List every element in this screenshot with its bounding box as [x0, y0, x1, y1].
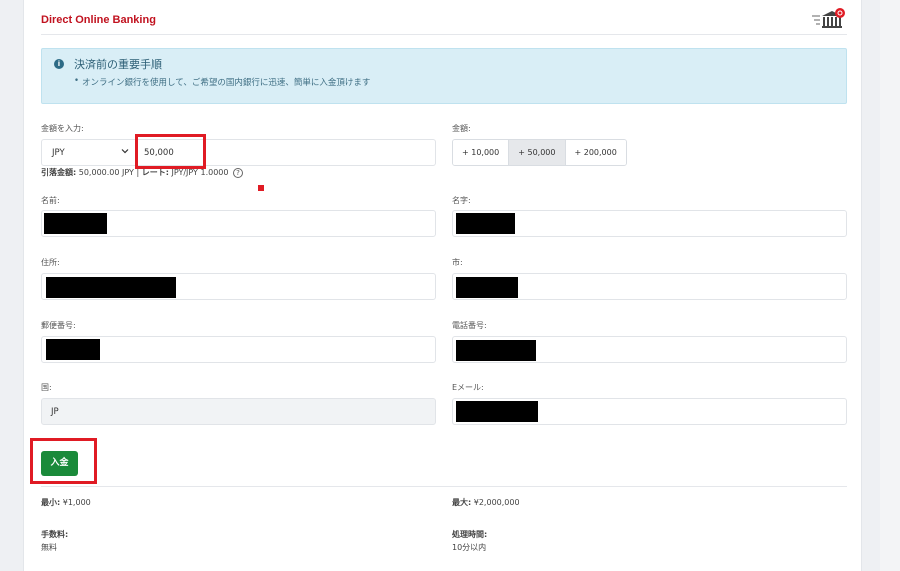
- redacted-value: [456, 401, 538, 422]
- redacted-value: [456, 213, 515, 234]
- max-limit: 最大: ¥2,000,000: [452, 497, 520, 508]
- min-limit-label: 最小:: [41, 498, 61, 507]
- fee-label: 手数料:: [41, 529, 68, 540]
- redacted-value: [456, 340, 536, 361]
- currency-select[interactable]: JPY: [41, 139, 136, 166]
- country-value: JP: [51, 407, 59, 417]
- redacted-value: [46, 277, 176, 298]
- email-field[interactable]: [452, 398, 847, 425]
- info-icon: i: [54, 59, 64, 69]
- last-name-label: 名字:: [452, 196, 471, 205]
- page-background-left: [0, 0, 23, 571]
- fee-label-text: 手数料:: [41, 530, 69, 539]
- notice-box: i 決済前の重要手順 オンライン銀行を使用して、ご希望の国内銀行に迅速、簡単に入…: [41, 48, 847, 104]
- chevron-down-icon: [121, 147, 129, 157]
- header-divider: [41, 34, 847, 35]
- min-limit: 最小: ¥1,000: [41, 497, 91, 508]
- processing-time-label: 処理時間:: [452, 529, 487, 540]
- rate-label: レート:: [141, 168, 169, 177]
- highlight-marker: [258, 185, 264, 191]
- help-icon[interactable]: ?: [233, 168, 244, 178]
- fee-value: 無料: [41, 543, 57, 552]
- city-label: 市:: [452, 258, 463, 267]
- first-name-label: 名前:: [41, 196, 60, 205]
- summary-value: 50,000.00 JPY: [78, 168, 134, 177]
- email-label: Eメール:: [452, 383, 484, 392]
- highlight-box-deposit: [30, 438, 97, 484]
- phone-field[interactable]: [452, 336, 847, 363]
- min-limit-value: ¥1,000: [62, 498, 91, 507]
- postal-code-label: 郵便番号:: [41, 321, 76, 330]
- last-name-field[interactable]: [452, 210, 847, 237]
- page-title: Direct Online Banking: [41, 14, 156, 26]
- max-limit-label: 最大:: [452, 498, 472, 507]
- country-label: 国:: [41, 383, 52, 392]
- highlight-box-amount: [135, 134, 206, 169]
- quick-amount-50000-button[interactable]: + 50,000: [509, 140, 566, 165]
- amount-label: 金額を入力:: [41, 124, 84, 133]
- amount-summary: 引落金額: 50,000.00 JPY | レート: JPY/JPY 1.000…: [41, 167, 244, 178]
- rate-value: JPY/JPY 1.0000: [171, 168, 229, 177]
- quick-amount-label: 金額:: [452, 124, 471, 133]
- processing-time-label-text: 処理時間:: [452, 530, 488, 539]
- summary-label: 引落金額:: [41, 168, 77, 177]
- city-field[interactable]: [452, 273, 847, 300]
- redacted-value: [46, 339, 100, 360]
- currency-value: JPY: [52, 148, 65, 158]
- footer-divider: [41, 486, 847, 487]
- redacted-value: [456, 277, 518, 298]
- redacted-value: [44, 213, 107, 234]
- notice-item: オンライン銀行を使用して、ご希望の国内銀行に迅速、簡単に入金頂けます: [74, 76, 370, 88]
- scrollbar-track[interactable]: [880, 0, 900, 571]
- address-field[interactable]: [41, 273, 436, 300]
- first-name-field[interactable]: [41, 210, 436, 237]
- quick-amount-10000-button[interactable]: + 10,000: [453, 140, 510, 165]
- max-limit-value: ¥2,000,000: [473, 498, 520, 507]
- summary-separator: |: [136, 168, 140, 177]
- address-label: 住所:: [41, 258, 60, 267]
- quick-amount-group: + 10,000 + 50,000 + 200,000: [452, 139, 627, 166]
- quick-amount-200000-button[interactable]: + 200,000: [565, 140, 626, 165]
- notice-title: 決済前の重要手順: [74, 58, 162, 71]
- phone-label: 電話番号:: [452, 321, 487, 330]
- processing-time-value: 10分以内: [452, 543, 487, 552]
- country-field[interactable]: JP: [41, 398, 436, 425]
- bank-icon: [812, 8, 845, 28]
- postal-code-field[interactable]: [41, 336, 436, 363]
